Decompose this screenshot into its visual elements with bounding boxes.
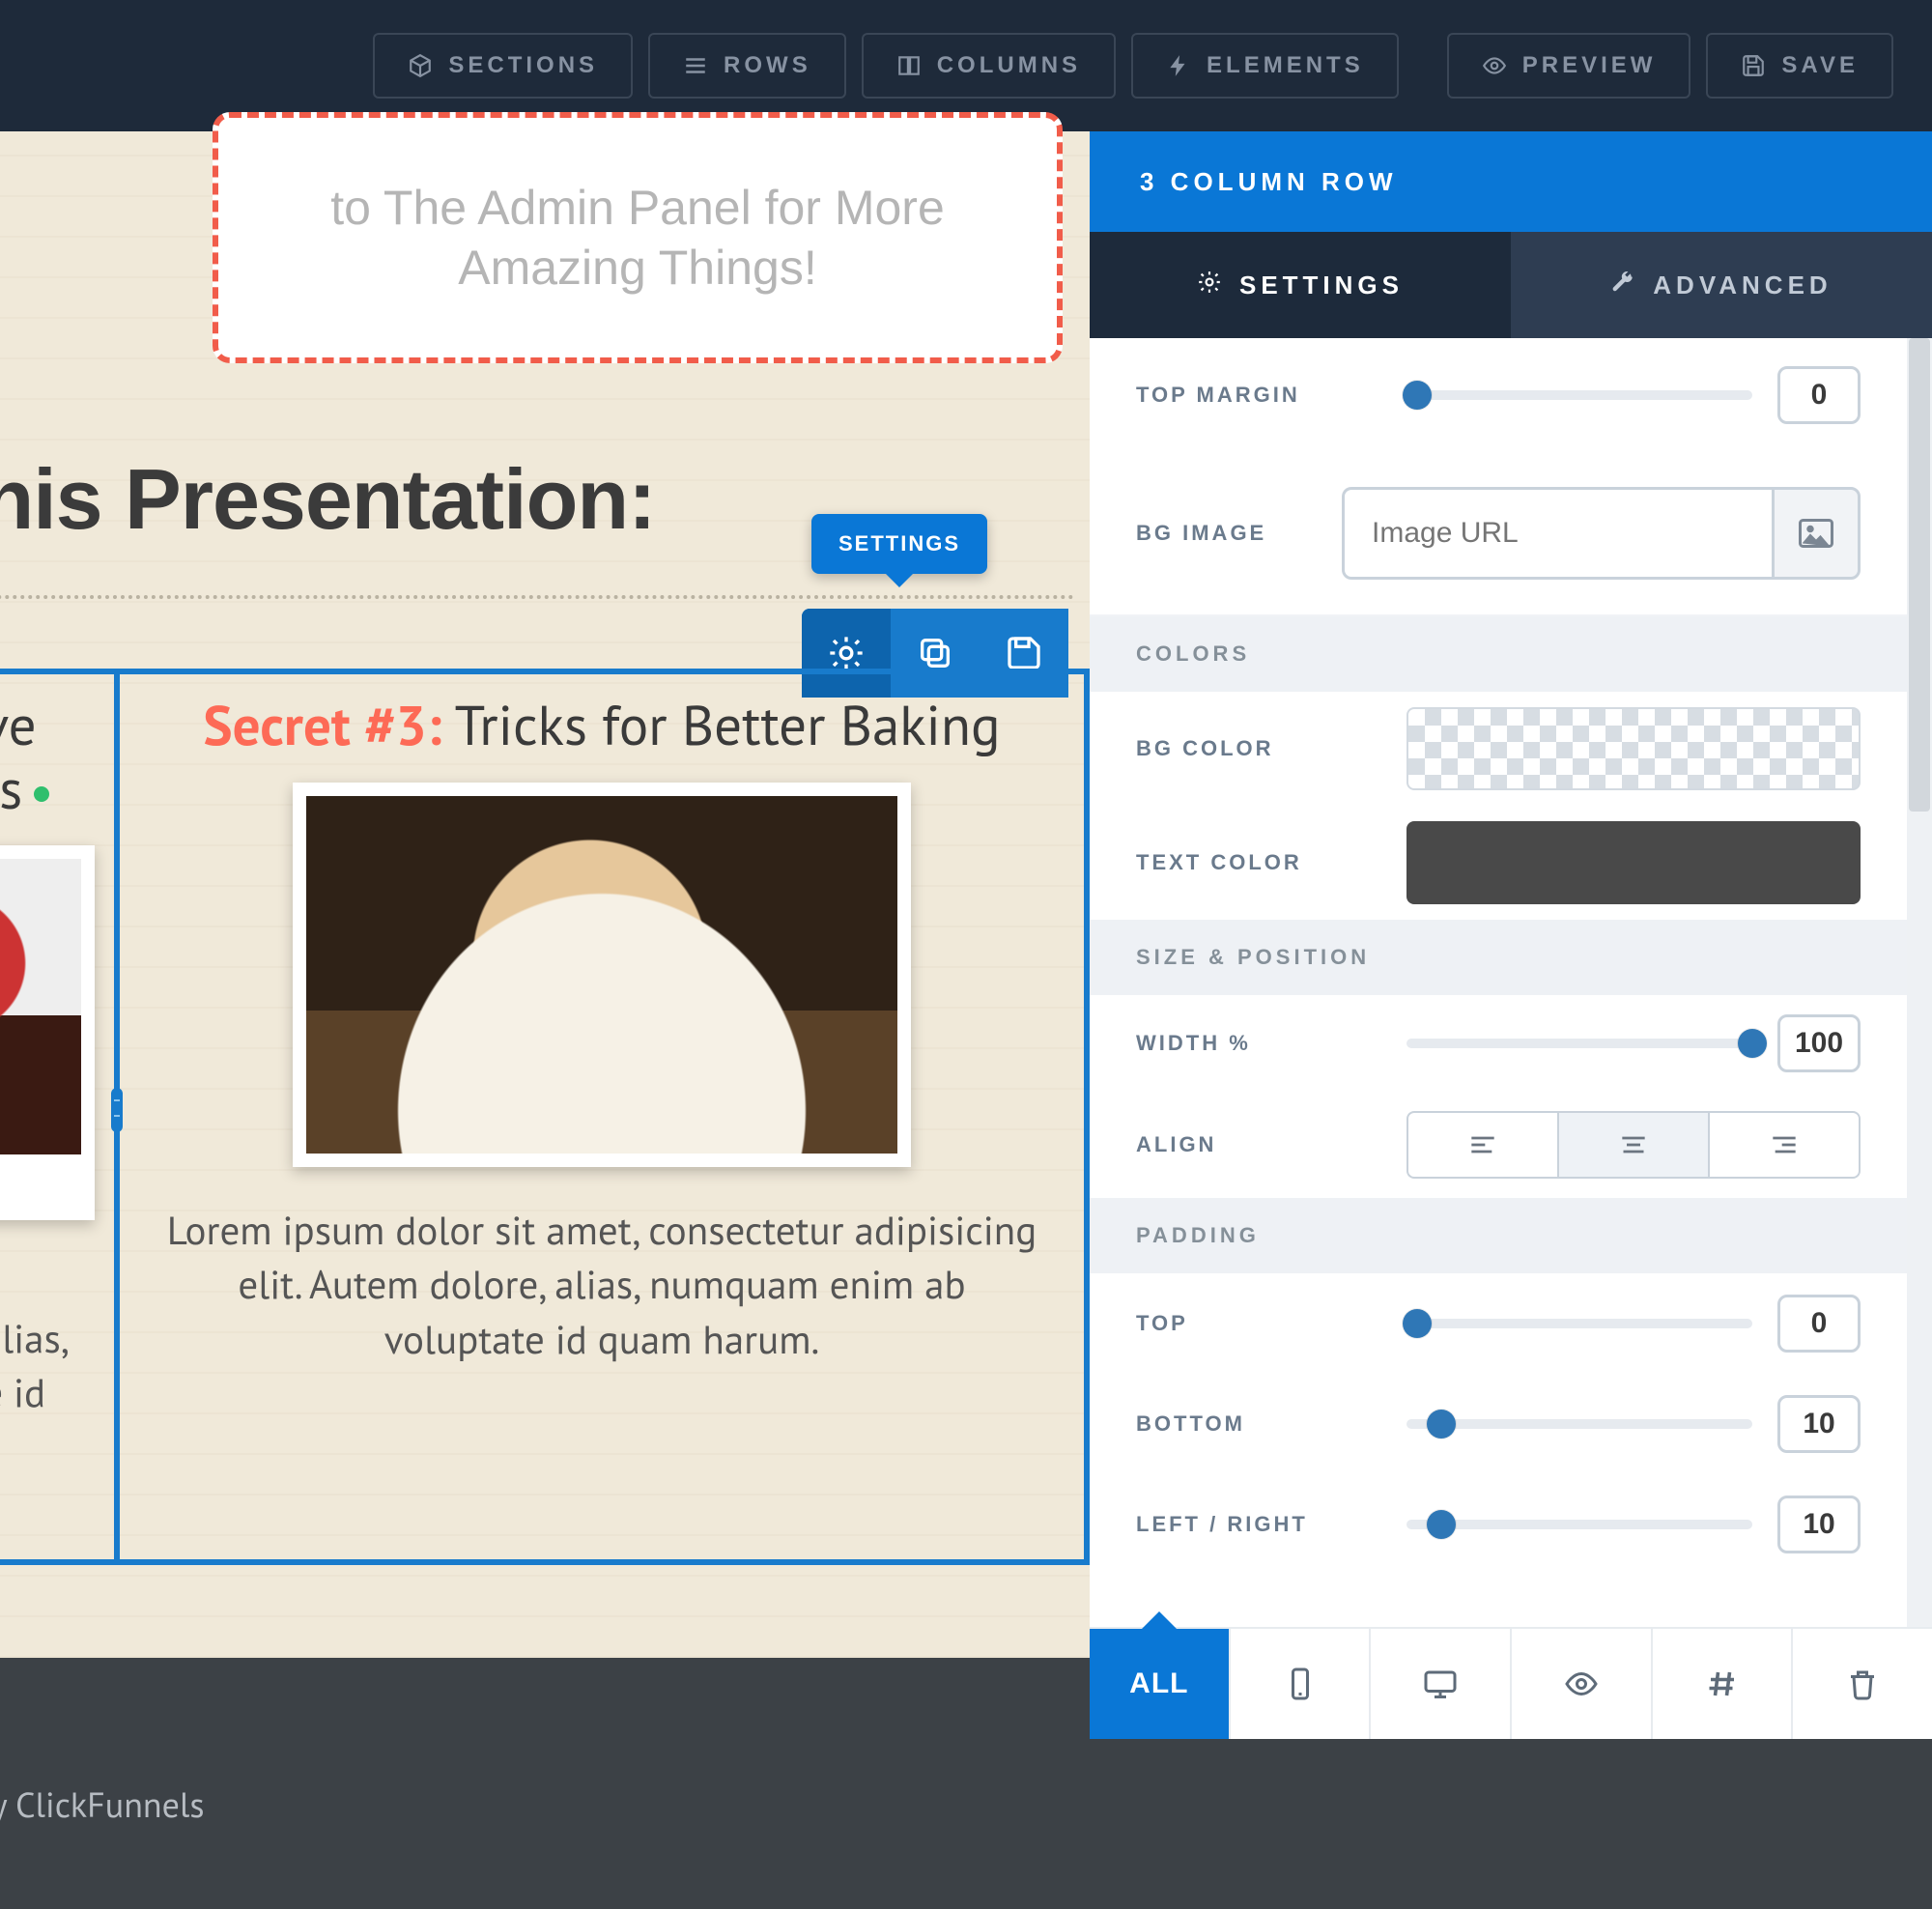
col1-text[interactable]: olor sit amet, dipisicing elit. lias, nu… [0,1257,95,1475]
panel-tabs: SETTINGS ADVANCED [1090,232,1932,338]
col1-title[interactable]: : Creative Solutions [0,694,95,820]
gear-icon [1197,270,1222,301]
panel-bottom-bar: ALL [1090,1627,1932,1739]
wrench-icon [1610,270,1635,301]
column-1[interactable]: : Creative Solutions olor sit amet, dipi… [0,674,114,1559]
section-padding: PADDING [1090,1198,1907,1273]
align-left-button[interactable] [1406,1111,1557,1179]
row-bg-color: BG COLOR [1090,692,1907,806]
top-margin-value[interactable]: 0 [1777,366,1861,424]
row-top-margin: TOP MARGIN 0 [1090,338,1907,452]
settings-tooltip: SETTINGS [811,514,987,574]
row-padding-bottom: BOTTOM 10 [1090,1374,1907,1474]
sections-button[interactable]: SECTIONS [373,33,633,99]
device-mobile-button[interactable] [1231,1629,1372,1739]
properties-panel: 3 COLUMN ROW SETTINGS ADVANCED TOP MARGI… [1090,131,1932,1739]
tab-settings[interactable]: SETTINGS [1090,232,1511,338]
column-2[interactable]: Secret #3: Tricks for Better Baking Lore… [120,674,1084,1559]
rows-button[interactable]: ROWS [648,33,846,99]
align-center-button[interactable] [1557,1111,1708,1179]
padding-lr-value[interactable]: 10 [1777,1496,1861,1553]
preview-button[interactable]: PREVIEW [1447,33,1691,99]
row-bg-image: BG IMAGE [1090,452,1907,616]
row-width: WIDTH % 100 [1090,995,1907,1092]
sections-label: SECTIONS [448,52,598,79]
columns-icon [896,53,922,78]
text-color-swatch[interactable] [1406,821,1861,904]
panel-title: 3 COLUMN ROW [1090,131,1932,232]
footer-text: e Theme by ClickFunnels [0,1781,205,1827]
css-id-button[interactable] [1653,1629,1794,1739]
padding-bottom-slider[interactable] [1406,1419,1752,1429]
width-slider[interactable] [1406,1039,1752,1048]
delete-button[interactable] [1793,1629,1932,1739]
device-desktop-button[interactable] [1371,1629,1512,1739]
padding-lr-slider[interactable] [1406,1520,1752,1529]
col2-image[interactable] [293,783,911,1167]
columns-button[interactable]: COLUMNS [862,33,1116,99]
width-value[interactable]: 100 [1777,1014,1861,1072]
row-align: ALIGN [1090,1092,1907,1198]
cursor-dot-icon [34,786,49,802]
cube-icon [408,53,433,78]
rows-label: ROWS [724,52,811,79]
save-label: SAVE [1781,52,1859,79]
col2-text[interactable]: Lorem ipsum dolor sit amet, consectetur … [158,1204,1045,1368]
elements-label: ELEMENTS [1207,52,1364,79]
rows-icon [683,53,708,78]
device-all-button[interactable]: ALL [1090,1629,1231,1739]
prompt-text: to The Admin Panel for More Amazing Thin… [276,178,999,299]
elements-button[interactable]: ELEMENTS [1131,33,1399,99]
padding-top-slider[interactable] [1406,1319,1752,1328]
preview-label: PREVIEW [1522,52,1657,79]
bg-color-swatch[interactable] [1406,707,1861,790]
eye-icon [1482,53,1507,78]
padding-bottom-value[interactable]: 10 [1777,1395,1861,1453]
row-padding-top: TOP 0 [1090,1273,1907,1374]
save-button[interactable]: SAVE [1706,33,1893,99]
section-size-position: SIZE & POSITION [1090,920,1907,995]
bg-image-browse-button[interactable] [1772,487,1861,580]
dotted-divider [0,595,1074,599]
padding-top-value[interactable]: 0 [1777,1295,1861,1353]
row-text-color: TEXT COLOR [1090,806,1907,920]
selected-row[interactable]: : Creative Solutions olor sit amet, dipi… [0,669,1090,1565]
prompt-box[interactable]: to The Admin Panel for More Amazing Thin… [213,112,1063,363]
save-icon [1741,53,1766,78]
section-heading[interactable]: rom This Presentation: [0,450,655,549]
panel-scrollbar[interactable] [1907,338,1932,1627]
visibility-button[interactable] [1512,1629,1653,1739]
col2-title[interactable]: Secret #3: Tricks for Better Baking [203,694,1000,757]
bolt-icon [1166,53,1191,78]
col1-image[interactable] [0,845,95,1220]
tab-advanced[interactable]: ADVANCED [1511,232,1932,338]
align-right-button[interactable] [1708,1111,1861,1179]
bg-image-input[interactable] [1342,487,1772,580]
top-margin-slider[interactable] [1406,390,1752,400]
columns-label: COLUMNS [937,52,1081,79]
row-padding-lr: LEFT / RIGHT 10 [1090,1474,1907,1575]
section-colors: COLORS [1090,616,1907,692]
